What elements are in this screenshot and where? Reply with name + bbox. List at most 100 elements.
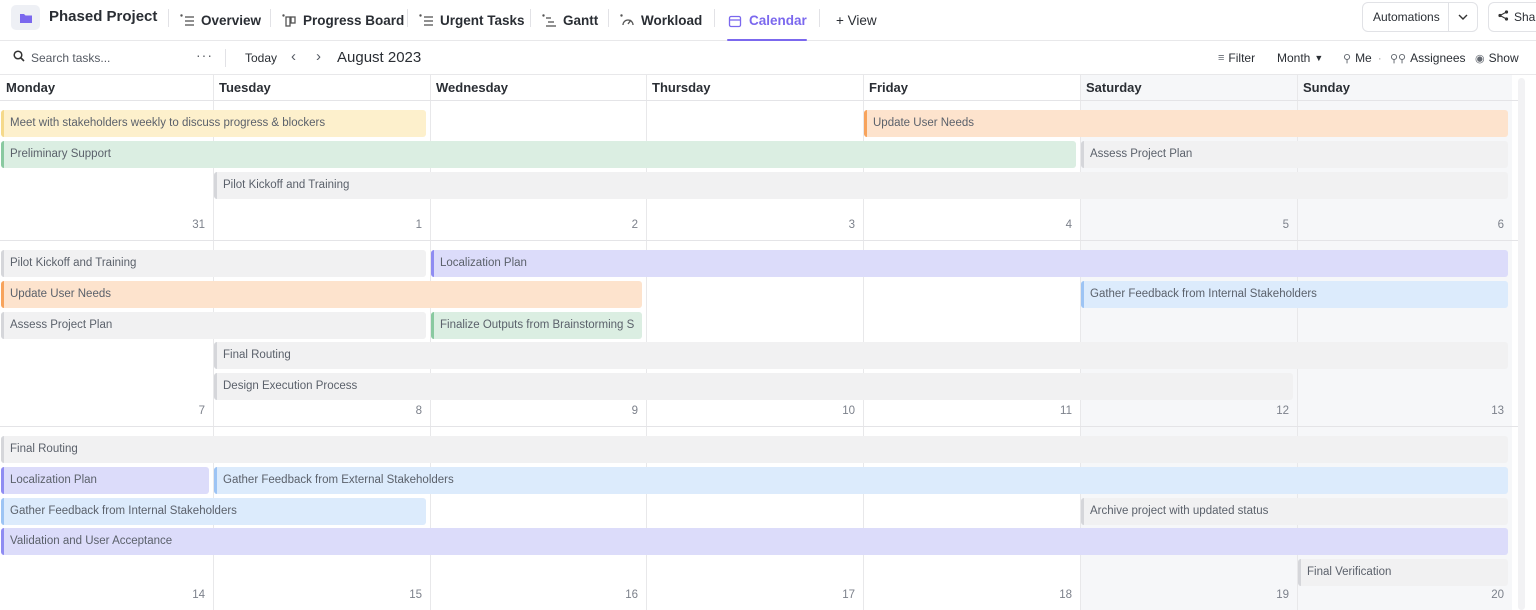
list-icon — [179, 13, 195, 29]
event-bar[interactable]: Archive project with updated status — [1081, 498, 1508, 525]
chevron-down-icon[interactable] — [1448, 3, 1477, 31]
event-bar[interactable]: Finalize Outputs from Brainstorming S — [431, 312, 642, 339]
event-bar[interactable]: Gather Feedback from External Stakeholde… — [214, 467, 1508, 494]
filter-button[interactable]: ≡ Filter — [1218, 51, 1255, 65]
filter-icon: ≡ — [1218, 52, 1225, 64]
day-number[interactable]: 9 — [608, 405, 638, 417]
search-icon — [13, 50, 25, 65]
event-bar[interactable]: Pilot Kickoff and Training — [214, 172, 1508, 199]
chevron-left-icon[interactable]: ‹ — [291, 48, 296, 65]
event-bar[interactable]: Final Routing — [214, 342, 1508, 369]
day-number[interactable]: 2 — [608, 219, 638, 231]
day-number[interactable]: 17 — [825, 589, 855, 601]
tab-calendar[interactable]: Calendar — [727, 0, 807, 41]
divider — [270, 9, 271, 27]
top-navigation: Phased Project Overview Progress Board U… — [0, 0, 1536, 41]
share-button[interactable]: Shar — [1488, 2, 1536, 32]
divider — [530, 9, 531, 27]
event-bar[interactable]: Update User Needs — [1, 281, 642, 308]
view-mode-select[interactable]: Month ▼ — [1277, 51, 1323, 65]
chevron-right-icon[interactable]: › — [316, 48, 321, 65]
event-bar[interactable]: Validation and User Acceptance — [1, 528, 1508, 555]
view-mode-label: Month — [1277, 51, 1311, 65]
tab-label: Urgent Tasks — [440, 13, 525, 28]
show-label: Show — [1488, 51, 1519, 65]
weekday-header: Thursday — [652, 80, 711, 95]
me-label: Me — [1355, 51, 1372, 65]
event-bar[interactable]: Final Verification — [1298, 559, 1508, 586]
divider — [407, 9, 408, 27]
day-number[interactable]: 19 — [1259, 589, 1289, 601]
weekday-header: Friday — [869, 80, 909, 95]
divider — [819, 9, 820, 27]
event-bar[interactable]: Meet with stakeholders weekly to discuss… — [1, 110, 426, 137]
users-icon: ⚲⚲ — [1390, 52, 1407, 65]
current-month: August 2023 — [337, 49, 422, 66]
calendar-icon — [727, 13, 743, 29]
add-view-button[interactable]: + View — [836, 0, 877, 41]
board-icon — [281, 13, 297, 29]
automations-label: Automations — [1373, 10, 1440, 24]
tab-label: Overview — [201, 13, 262, 28]
share-icon — [1498, 10, 1509, 24]
event-bar[interactable]: Pilot Kickoff and Training — [1, 250, 426, 277]
today-button[interactable]: Today — [245, 51, 277, 65]
event-bar[interactable]: Assess Project Plan — [1, 312, 426, 339]
tab-urgent-tasks[interactable]: Urgent Tasks — [418, 0, 525, 41]
event-bar[interactable]: Update User Needs — [864, 110, 1508, 137]
event-bar[interactable]: Design Execution Process — [214, 373, 1293, 400]
folder-icon[interactable] — [11, 5, 40, 30]
event-bar[interactable]: Final Routing — [1, 436, 1508, 463]
day-number[interactable]: 13 — [1474, 405, 1504, 417]
tab-workload[interactable]: Workload — [619, 0, 702, 41]
divider — [608, 9, 609, 27]
day-number[interactable]: 10 — [825, 405, 855, 417]
day-number[interactable]: 15 — [392, 589, 422, 601]
week-divider — [0, 426, 1520, 427]
day-number[interactable]: 16 — [608, 589, 638, 601]
day-number[interactable]: 11 — [1042, 405, 1072, 417]
event-bar[interactable]: Gather Feedback from Internal Stakeholde… — [1, 498, 426, 525]
tab-progress-board[interactable]: Progress Board — [281, 0, 404, 41]
tab-overview[interactable]: Overview — [179, 0, 261, 41]
day-number[interactable]: 1 — [392, 219, 422, 231]
week-divider — [0, 240, 1520, 241]
day-number[interactable]: 4 — [1042, 219, 1072, 231]
gauge-icon — [619, 13, 635, 29]
calendar-toolbar: Search tasks... ··· Today ‹ › August 202… — [0, 41, 1536, 75]
event-bar[interactable]: Assess Project Plan — [1081, 141, 1508, 168]
event-bar[interactable]: Gather Feedback from Internal Stakeholde… — [1081, 281, 1508, 308]
automations-button[interactable]: Automations — [1362, 2, 1478, 32]
project-title[interactable]: Phased Project — [49, 8, 157, 25]
day-number[interactable]: 14 — [175, 589, 205, 601]
weekday-header: Sunday — [1303, 80, 1350, 95]
day-number[interactable]: 12 — [1259, 405, 1289, 417]
day-number[interactable]: 5 — [1259, 219, 1289, 231]
eye-icon: ◉ — [1475, 52, 1485, 65]
day-number[interactable]: 20 — [1474, 589, 1504, 601]
more-options-icon[interactable]: ··· — [196, 47, 213, 63]
search-input[interactable]: Search tasks... — [13, 50, 110, 65]
search-placeholder: Search tasks... — [31, 50, 111, 65]
tab-label: Calendar — [749, 13, 807, 28]
day-number[interactable]: 7 — [175, 405, 205, 417]
divider — [225, 49, 226, 67]
assignees-button[interactable]: ⚲⚲ Assignees — [1390, 51, 1466, 65]
day-number[interactable]: 3 — [825, 219, 855, 231]
me-filter-button[interactable]: ⚲ Me · — [1343, 51, 1384, 65]
day-number[interactable]: 31 — [175, 219, 205, 231]
day-number[interactable]: 6 — [1474, 219, 1504, 231]
show-button[interactable]: ◉ Show — [1475, 51, 1519, 65]
scrollbar[interactable] — [1518, 78, 1525, 610]
gantt-icon — [541, 13, 557, 29]
event-bar[interactable]: Localization Plan — [431, 250, 1508, 277]
event-bar[interactable]: Preliminary Support — [1, 141, 1076, 168]
weekday-header: Wednesday — [436, 80, 509, 95]
tab-gantt[interactable]: Gantt — [541, 0, 598, 41]
divider — [168, 9, 169, 27]
dot-separator: · — [1377, 51, 1382, 65]
day-number[interactable]: 8 — [392, 405, 422, 417]
day-number[interactable]: 18 — [1042, 589, 1072, 601]
event-bar[interactable]: Localization Plan — [1, 467, 209, 494]
divider — [714, 9, 715, 27]
